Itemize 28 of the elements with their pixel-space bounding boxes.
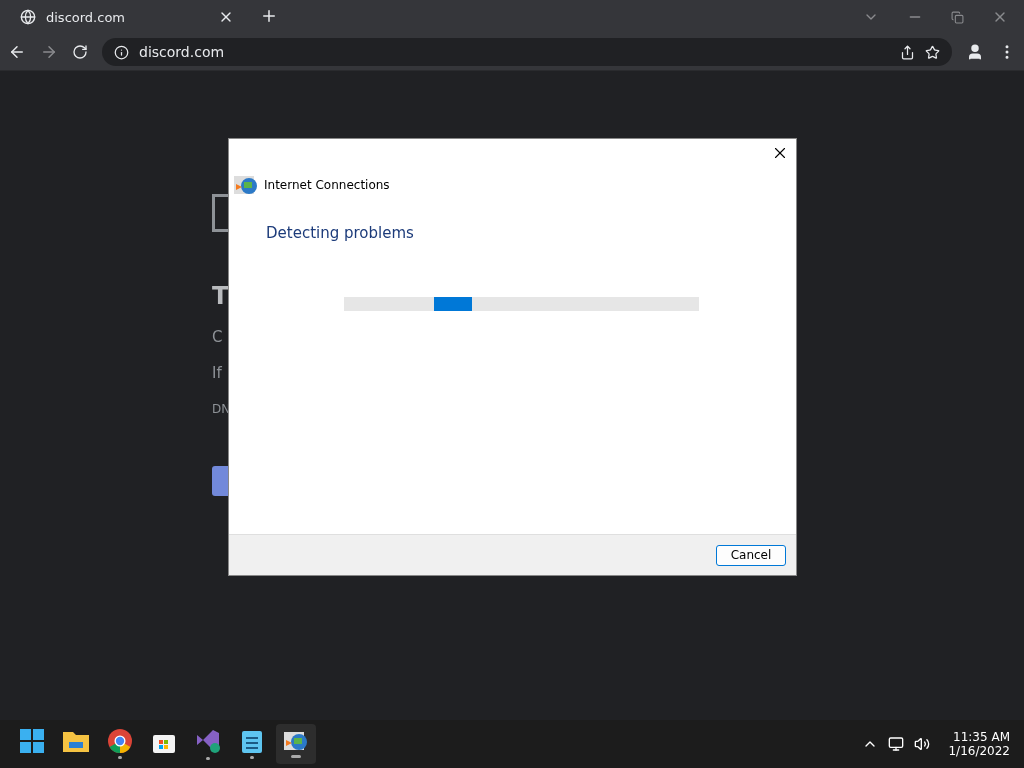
windows-logo-icon (20, 729, 44, 753)
folder-icon (63, 730, 89, 752)
studio-icon (195, 728, 221, 754)
dialog-heading: Detecting problems (265, 223, 415, 242)
page-text: C (212, 328, 223, 346)
clock[interactable]: 11:35 AM 1/16/2022 (948, 730, 1010, 758)
page-text: If (212, 364, 222, 382)
info-icon (114, 44, 129, 60)
address-bar[interactable]: discord.com (102, 38, 952, 66)
reload-icon[interactable] (72, 44, 88, 60)
page-heading: T (212, 282, 229, 310)
back-icon[interactable] (8, 43, 26, 61)
globe-icon (20, 9, 36, 25)
notepad-icon (242, 729, 262, 753)
share-icon[interactable] (900, 44, 915, 60)
forward-icon[interactable] (40, 43, 58, 61)
chrome-icon (108, 729, 132, 753)
network-globe-icon (284, 730, 308, 752)
restore-icon[interactable] (951, 10, 964, 24)
volume-icon[interactable] (914, 736, 931, 752)
dialog-title: Internet Connections (264, 178, 390, 192)
monitor-icon[interactable] (888, 736, 905, 752)
network-globe-icon (234, 174, 258, 196)
new-tab-icon[interactable] (260, 7, 278, 25)
profile-icon[interactable] (966, 43, 984, 61)
taskbar-app[interactable] (276, 724, 316, 764)
star-icon[interactable] (925, 44, 940, 60)
cancel-button[interactable]: Cancel (716, 544, 786, 566)
